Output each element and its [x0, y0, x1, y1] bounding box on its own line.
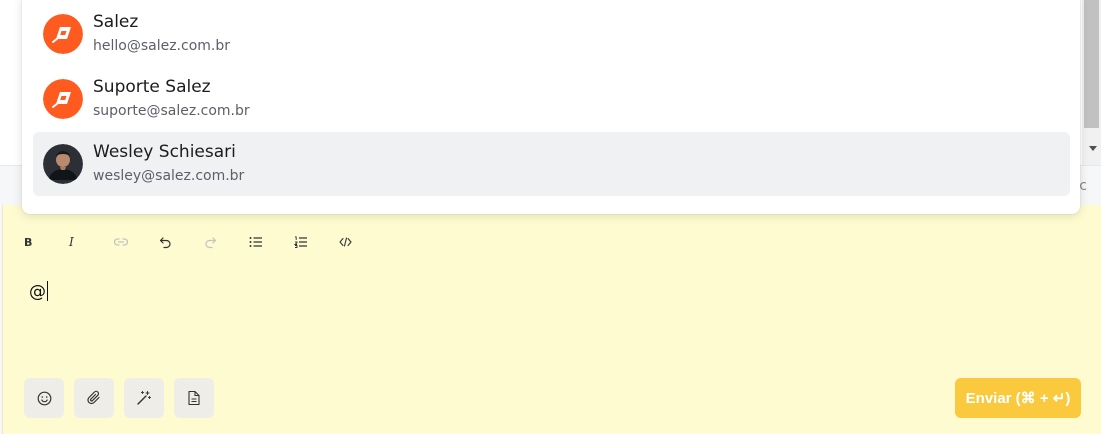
mention-email: hello@salez.com.br: [93, 38, 230, 54]
emoji-icon: [37, 391, 51, 405]
magic-wand-icon: [137, 391, 151, 405]
mention-email: wesley@salez.com.br: [93, 168, 245, 184]
salez-logo-icon: [43, 14, 83, 54]
bold-button[interactable]: B: [21, 231, 66, 253]
code-icon: [339, 237, 352, 247]
message-composer: B I @ Enviar (⌘ + ↵): [2, 205, 1101, 434]
avatar: [43, 14, 83, 54]
mention-name: Wesley Schiesari: [93, 142, 236, 162]
send-button[interactable]: Enviar (⌘ + ↵): [955, 378, 1081, 418]
user-photo-icon: [43, 144, 83, 184]
avatar: [43, 79, 83, 119]
ai-assist-button[interactable]: [124, 378, 164, 418]
mention-item-wesley-schiesari[interactable]: Wesley Schiesari wesley@salez.com.br: [33, 132, 1070, 196]
link-icon: [114, 238, 128, 246]
redo-icon: [205, 236, 217, 248]
document-button[interactable]: [174, 378, 214, 418]
ordered-list-icon: [294, 236, 307, 248]
undo-button[interactable]: [156, 231, 201, 253]
message-editor[interactable]: @: [29, 281, 48, 302]
salez-logo-icon: [43, 79, 83, 119]
bold-icon: B: [24, 235, 33, 249]
scrollbar-thumb[interactable]: [1084, 0, 1099, 128]
avatar: [43, 144, 83, 184]
editor-text: @: [29, 282, 46, 302]
code-button[interactable]: [336, 231, 381, 253]
mention-suggestions-dropdown: Salez hello@salez.com.br Suporte Salez s…: [22, 0, 1080, 214]
text-caret: [47, 281, 48, 301]
mention-item-suporte-salez[interactable]: Suporte Salez suporte@salez.com.br: [33, 67, 1070, 131]
link-button[interactable]: [111, 231, 156, 253]
mention-item-salez[interactable]: Salez hello@salez.com.br: [33, 2, 1070, 66]
mention-name: Suporte Salez: [93, 77, 211, 97]
scroll-down-arrow-icon[interactable]: [1089, 146, 1097, 151]
emoji-button[interactable]: [24, 378, 64, 418]
ordered-list-button[interactable]: [291, 231, 336, 253]
document-icon: [188, 390, 200, 406]
italic-button[interactable]: I: [66, 231, 111, 253]
bullet-list-icon: [249, 237, 262, 247]
attachment-icon: [87, 390, 100, 405]
undo-icon: [159, 236, 171, 248]
mention-name: Salez: [93, 12, 139, 32]
formatting-toolbar: B I: [21, 231, 381, 253]
redo-button[interactable]: [201, 231, 246, 253]
mention-email: suporte@salez.com.br: [93, 103, 250, 119]
scrollbar[interactable]: [1082, 0, 1101, 165]
bullet-list-button[interactable]: [246, 231, 291, 253]
italic-icon: I: [69, 235, 74, 249]
side-glyph: c: [1079, 178, 1087, 194]
composer-tools: [24, 378, 214, 418]
attach-file-button[interactable]: [74, 378, 114, 418]
